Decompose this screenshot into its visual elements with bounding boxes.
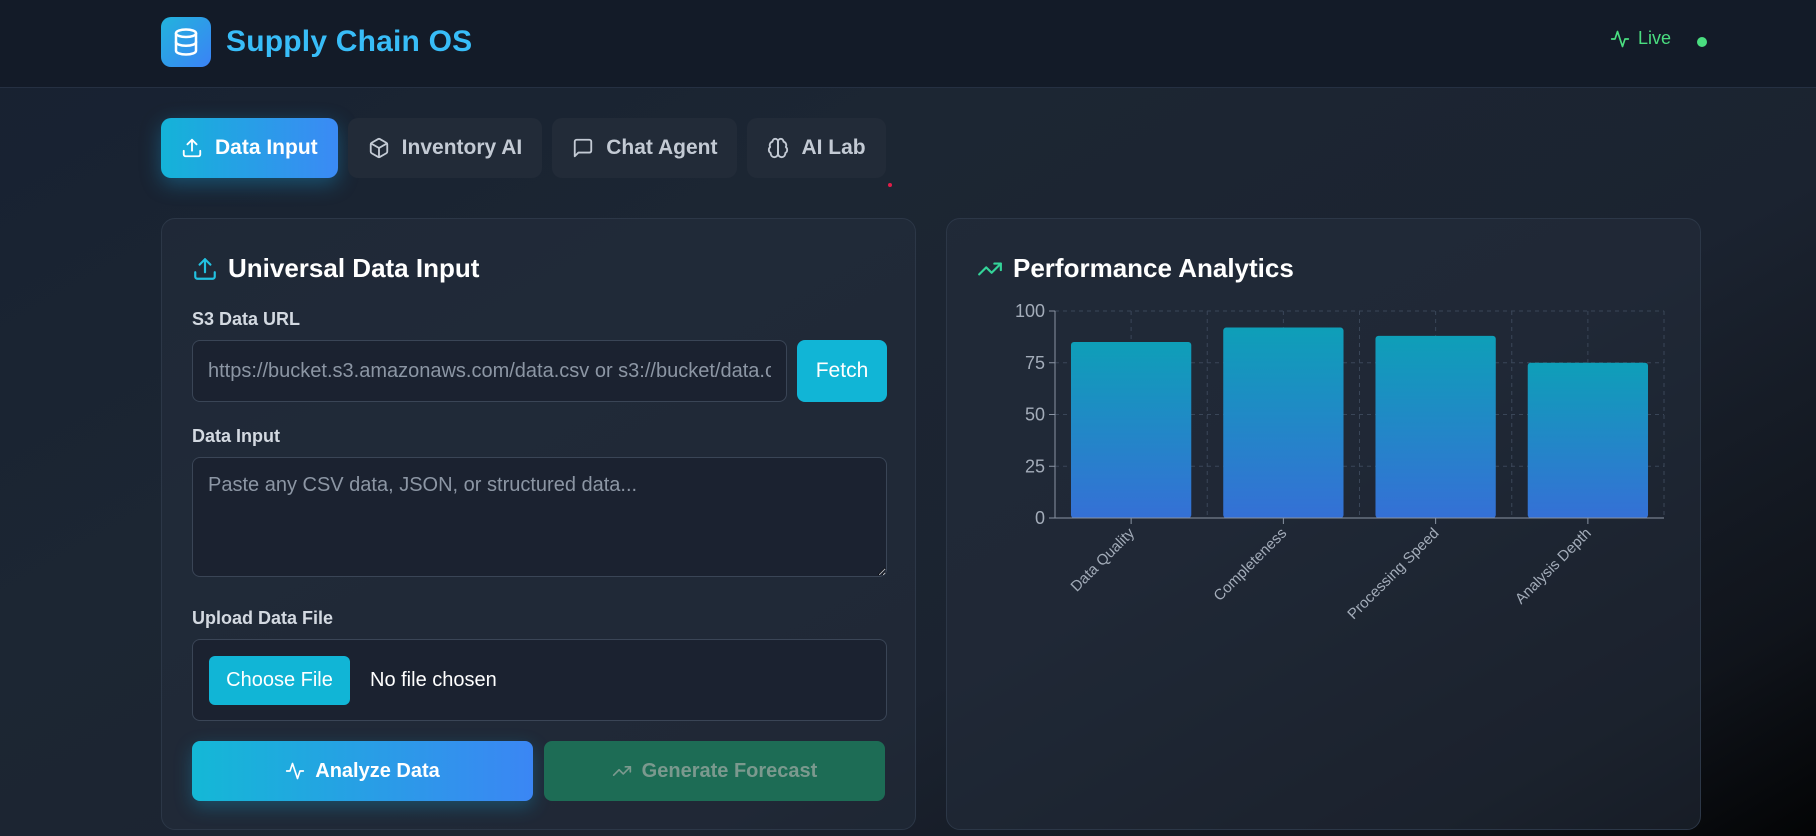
live-status: Live	[1610, 28, 1707, 49]
tab-data-input[interactable]: Data Input	[161, 118, 338, 178]
box-icon	[369, 137, 388, 159]
analytics-panel: Performance Analytics 0 25 50 75 100 Data Qua…	[946, 218, 1701, 830]
upload-icon	[182, 138, 202, 158]
tab-label: Data Input	[215, 136, 318, 159]
trending-up-icon	[612, 766, 631, 776]
file-status: No file chosen	[370, 669, 497, 691]
s3-url-label: S3 Data URL	[192, 309, 301, 329]
chart-y-tick-label: 75	[1025, 353, 1045, 373]
top-bar: Supply Chain OS Live	[0, 0, 1816, 88]
message-square-icon	[574, 138, 593, 158]
app-title: Supply Chain OS	[226, 25, 473, 58]
brain-icon	[768, 137, 789, 159]
chart-x-tick-label: Analysis Depth	[1512, 525, 1595, 608]
tab-ai-lab[interactable]: AI Lab	[747, 118, 886, 178]
analyze-data-button[interactable]: Analyze Data	[192, 741, 533, 801]
tab-label: Inventory AI	[401, 136, 523, 159]
activity-icon	[1610, 30, 1630, 47]
data-textarea[interactable]	[192, 457, 887, 577]
chart-bar	[1070, 342, 1192, 518]
chart-bar	[1375, 335, 1496, 518]
choose-file-button[interactable]: Choose File	[209, 656, 350, 705]
data-input-heading: Universal Data Input	[192, 253, 479, 284]
performance-bar-chart: 0 25 50 75 100 Data Quality Completeness Proces…	[1015, 301, 1665, 623]
tab-label: AI Lab	[801, 136, 866, 159]
fetch-button[interactable]: Fetch	[797, 340, 887, 402]
file-upload-field[interactable]: Choose File No file chosen	[192, 639, 887, 721]
database-icon	[161, 17, 211, 67]
notification-dot	[888, 183, 892, 187]
chart-bar	[1223, 327, 1344, 518]
chart-y-tick-label: 100	[1015, 301, 1045, 321]
chart-x-tick-label: Completeness	[1210, 525, 1290, 605]
chart-y-tick-label: 0	[1035, 508, 1045, 528]
tab-label: Chat Agent	[606, 136, 718, 159]
chart-y-tick-label: 25	[1025, 456, 1045, 476]
data-input-panel: Universal Data Input S3 Data URL Fetch D…	[161, 218, 916, 830]
upload-icon	[194, 257, 216, 280]
analyze-data-label: Analyze Data	[315, 759, 440, 782]
panel-title: Universal Data Input	[228, 253, 480, 283]
chart-bar	[1527, 362, 1649, 518]
data-input-label: Data Input	[192, 426, 280, 446]
s3-url-input[interactable]	[192, 340, 787, 402]
generate-forecast-button[interactable]: Generate Forecast	[544, 741, 885, 801]
upload-file-label: Upload Data File	[192, 608, 334, 628]
activity-icon	[286, 762, 305, 780]
brand[interactable]: Supply Chain OS	[161, 17, 472, 67]
chart-x-tick-label: Processing Speed	[1344, 525, 1442, 623]
chart-x-tick-label: Data Quality	[1068, 524, 1139, 595]
live-status-dot	[1697, 37, 1707, 47]
tab-bar: Data Input Inventory AI Chat Agent AI La…	[161, 118, 896, 178]
tab-inventory-ai[interactable]: Inventory AI	[347, 118, 543, 178]
generate-forecast-label: Generate Forecast	[641, 759, 818, 782]
live-status-label: Live	[1638, 28, 1672, 48]
tab-chat-agent[interactable]: Chat Agent	[552, 118, 738, 178]
chart-y-tick-label: 50	[1025, 405, 1045, 425]
